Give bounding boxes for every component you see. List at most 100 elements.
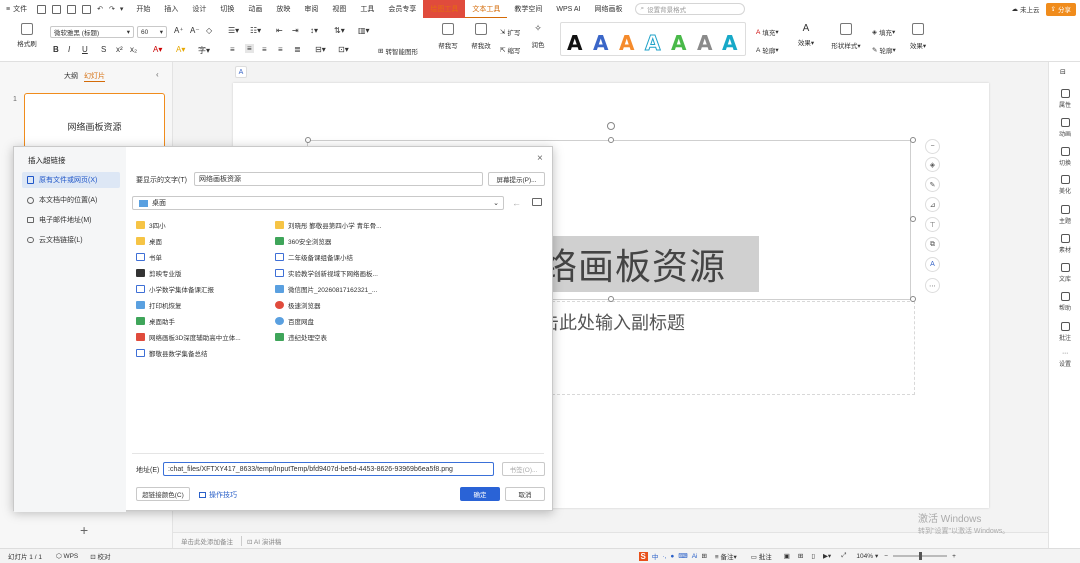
file-item[interactable]: 小学数学集体备课汇报 xyxy=(136,282,214,296)
wordart-style-5[interactable]: A xyxy=(671,31,686,55)
look-in-select[interactable]: 桌面 ⌄ xyxy=(132,196,504,210)
shrink-font-icon[interactable]: A⁻ xyxy=(190,26,200,35)
tab-geogebra[interactable]: 网络画板 xyxy=(587,0,629,18)
screen-tip-button[interactable]: 屏幕提示(P)... xyxy=(488,172,545,186)
tab-member[interactable]: 会员专享 xyxy=(381,0,423,18)
align-left-icon[interactable]: ≡ xyxy=(230,45,235,54)
print-icon[interactable] xyxy=(67,4,77,14)
ok-button[interactable]: 确定 xyxy=(460,487,500,501)
distribute-icon[interactable]: ≣ xyxy=(294,45,301,54)
tab-animation[interactable]: 动画 xyxy=(241,0,269,18)
rotate-handle[interactable] xyxy=(607,122,615,130)
address-input[interactable]: :chat_files/XFTXY417_8633/temp/InputTemp… xyxy=(163,462,494,476)
add-slide-button[interactable]: + xyxy=(80,522,88,538)
share-button[interactable]: ⇪ 分享 xyxy=(1045,2,1076,16)
tab-drawing-tools[interactable]: 绘图工具 xyxy=(423,0,466,18)
help-edit-button[interactable]: 帮我改 xyxy=(466,23,496,50)
wordart-style-7[interactable]: A xyxy=(722,31,737,55)
zoom-in-button[interactable]: + xyxy=(952,553,956,560)
format-painter-button[interactable]: 格式刷 xyxy=(14,23,40,48)
zoom-slider-thumb[interactable] xyxy=(919,552,923,560)
sidebar-item-help[interactable]: 帮助 xyxy=(1049,292,1080,312)
shape-style-button[interactable]: 形状样式▾ xyxy=(828,23,864,50)
tab-view[interactable]: 视图 xyxy=(325,0,353,18)
sidebar-item-properties[interactable]: 属性 xyxy=(1049,89,1080,109)
font-size-select[interactable]: 60 ▾ xyxy=(137,26,167,38)
line-spacing-icon[interactable]: ↕▾ xyxy=(310,26,318,35)
sidebar-item-animation[interactable]: 动画 xyxy=(1049,118,1080,138)
sidebar-toggle-icon[interactable]: ⊟ xyxy=(1060,68,1066,76)
superscript-icon[interactable]: x² xyxy=(116,45,123,54)
file-item[interactable]: 微信图片_20260817162321_... xyxy=(275,282,377,296)
link-type-file-or-web[interactable]: 原有文件或网页(X) xyxy=(22,172,120,188)
grow-font-icon[interactable]: A⁺ xyxy=(174,26,184,35)
ai-canvas-icon[interactable]: A xyxy=(235,66,247,78)
resize-handle-mr[interactable] xyxy=(910,216,916,222)
align-right-icon[interactable]: ≡ xyxy=(262,45,267,54)
sidebar-item-comments[interactable]: 批注 xyxy=(1049,322,1080,342)
link-color-button[interactable]: 超链接颜色(C) xyxy=(136,487,190,501)
bookmark-button[interactable]: 书签(O)... xyxy=(502,462,545,476)
sidebar-item-beautify[interactable]: 美化 xyxy=(1049,175,1080,195)
file-item[interactable]: 桌面助手 xyxy=(136,314,175,328)
file-item[interactable]: 打印机恢复 xyxy=(136,298,182,312)
tips-link[interactable]: 操作技巧 xyxy=(199,490,237,500)
shape-fill-button[interactable]: ◈ 填充 ▾ xyxy=(872,27,895,37)
notes-bar[interactable]: 单击此处添加备注 ⊡ AI 演讲稿 xyxy=(173,532,1048,548)
wordart-style-2[interactable]: A xyxy=(593,31,608,55)
proofing-indicator[interactable]: ⊡ 校对 xyxy=(90,551,110,561)
font-name-select[interactable]: 微软雅黑 (标题) ▾ xyxy=(50,26,134,38)
link-type-email[interactable]: 电子邮件地址(M) xyxy=(22,212,120,228)
bold-icon[interactable]: B xyxy=(53,45,59,54)
ai-icon[interactable]: A xyxy=(925,257,940,272)
folder-browse-icon[interactable] xyxy=(532,198,542,206)
convert-smartart-button[interactable]: ⊞ 转智能图形 xyxy=(378,46,418,56)
text-icon[interactable]: ⊤ xyxy=(925,217,940,232)
underline-icon[interactable]: U xyxy=(82,45,88,54)
menu-file[interactable]: ≡ 文件 xyxy=(0,0,34,18)
tab-wps-ai[interactable]: WPS AI xyxy=(549,0,587,18)
bullets-icon[interactable]: ☰▾ xyxy=(228,26,239,35)
sidebar-item-materials[interactable]: 素材 xyxy=(1049,234,1080,254)
resize-handle-br[interactable] xyxy=(910,296,916,302)
undo-icon[interactable]: ↶ xyxy=(94,0,106,18)
close-icon[interactable]: × xyxy=(537,153,543,164)
subscript-icon[interactable]: x₂ xyxy=(130,45,137,54)
shape-effect-button[interactable]: 效果▾ xyxy=(906,23,930,50)
resize-handle-tm[interactable] xyxy=(608,137,614,143)
clear-format-icon[interactable]: ◇ xyxy=(206,26,212,35)
columns-icon[interactable]: ▥▾ xyxy=(358,26,370,35)
indent-increase-icon[interactable]: ⇥ xyxy=(292,26,299,35)
wordart-style-1[interactable]: A xyxy=(567,31,582,55)
text-box-icon[interactable]: ⊡▾ xyxy=(338,45,349,54)
zoom-out-button[interactable]: − xyxy=(884,553,888,560)
more-icon[interactable]: ▾ xyxy=(118,0,130,18)
more-options-icon[interactable]: ⋯ xyxy=(925,278,940,293)
numbering-icon[interactable]: ☷▾ xyxy=(250,26,261,35)
fill-button[interactable]: A 填充 ▾ xyxy=(756,27,779,38)
justify-icon[interactable]: ≡ xyxy=(278,45,283,54)
tab-teaching[interactable]: 教学空间 xyxy=(507,0,549,18)
font-color-icon[interactable]: A▾ xyxy=(153,45,162,54)
char-spacing-icon[interactable]: 字▾ xyxy=(198,45,210,56)
search-box[interactable]: ⌕ 设置背景格式 xyxy=(635,3,746,15)
indent-decrease-icon[interactable]: ⇤ xyxy=(276,26,283,35)
sidebar-item-library[interactable]: 文库 xyxy=(1049,263,1080,283)
view-normal-icon[interactable]: ▣ xyxy=(784,552,790,560)
tab-tools[interactable]: 工具 xyxy=(353,0,381,18)
view-reading-icon[interactable]: ▯ xyxy=(811,552,815,560)
resize-handle-tr[interactable] xyxy=(910,137,916,143)
export-icon[interactable] xyxy=(52,4,62,14)
tab-design[interactable]: 设计 xyxy=(185,0,213,18)
file-item[interactable]: 网络画板3D深度辅助高中立体... xyxy=(136,330,241,344)
link-type-cloud-doc[interactable]: 云文档链接(L) xyxy=(22,232,120,248)
text-direction-icon[interactable]: ⇅▾ xyxy=(334,26,345,35)
notes-toggle[interactable]: ≡ 备注▾ xyxy=(715,551,737,561)
zoom-slider[interactable] xyxy=(893,552,948,560)
file-item[interactable]: 鄞敬县数学集备总结 xyxy=(136,346,208,360)
file-item[interactable]: 实验教学创新视域下网络画板... xyxy=(275,266,378,280)
collapse-panel-icon[interactable]: ‹ xyxy=(156,70,159,79)
help-write-button[interactable]: 帮我写 xyxy=(434,23,462,50)
wordart-style-4[interactable]: A xyxy=(644,31,661,56)
display-text-input[interactable]: 网络画板资源 xyxy=(194,172,483,186)
